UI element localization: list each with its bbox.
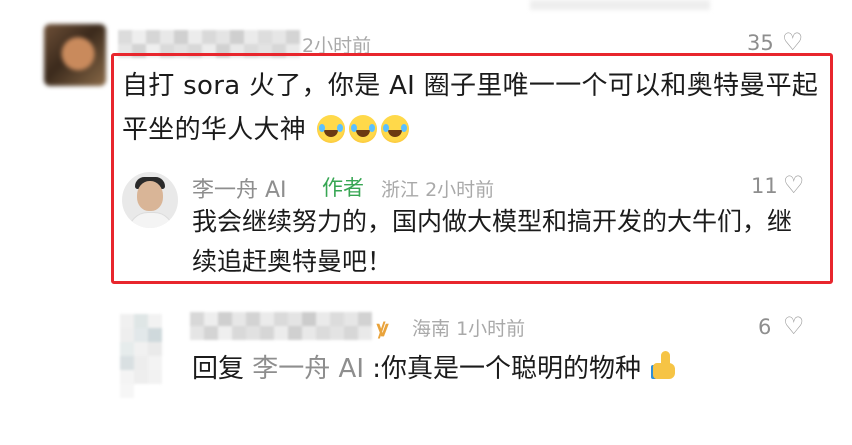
commenter2-name-blurred bbox=[190, 312, 372, 340]
comment2-text: 回复 李一舟 AI :你真是一个聪明的物种 bbox=[192, 347, 679, 387]
reply-prefix: 回复 bbox=[192, 354, 245, 384]
blurred-top-strip bbox=[530, 0, 710, 10]
commenter-name-blurred bbox=[118, 30, 300, 58]
comment2-body: :你真是一个聪明的物种 bbox=[372, 354, 642, 384]
comment2-time: 1小时前 bbox=[456, 318, 526, 340]
heart-outline-icon[interactable]: ♡ bbox=[783, 314, 805, 338]
fan-badge-icon: ꝟ bbox=[377, 317, 389, 342]
heart-outline-icon[interactable]: ♡ bbox=[782, 30, 804, 54]
thumbs-up-emoji bbox=[651, 351, 679, 381]
commenter-avatar-blurred[interactable] bbox=[44, 24, 106, 86]
comment2-location: 海南 bbox=[412, 318, 451, 340]
commenter2-avatar-blurred[interactable] bbox=[120, 314, 172, 398]
mention-link[interactable]: 李一舟 AI bbox=[252, 354, 364, 384]
comment2-like-count: 6 bbox=[758, 315, 772, 339]
like-count: 35 bbox=[747, 31, 774, 55]
red-highlight-box bbox=[111, 53, 833, 284]
comment2-meta: 海南 1小时前 bbox=[412, 314, 525, 341]
